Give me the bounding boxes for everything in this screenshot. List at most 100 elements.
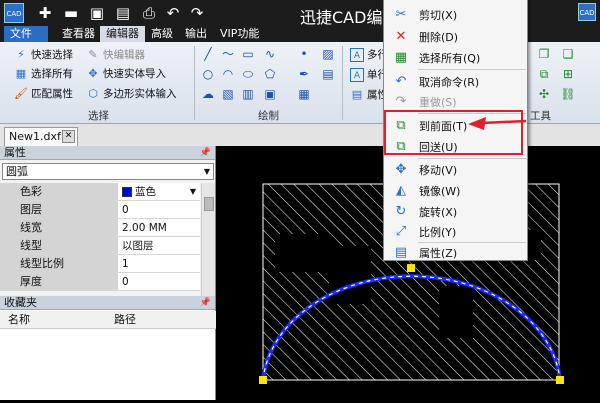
app-logo-icon[interactable]: CAD (4, 3, 24, 23)
pin-icon[interactable]: 📌 (200, 296, 211, 310)
save-icon[interactable]: ▣ (88, 4, 106, 22)
print-icon[interactable]: ⎙ (140, 4, 158, 22)
hatch-void (439, 286, 473, 338)
table-row[interactable]: 图层 0 (0, 201, 200, 219)
properties-panel: 属性 📌 圆弧 ▼ 色彩 蓝色 ▼ 图层 0 线宽 2.00 MM 线型 以图层 … (0, 146, 216, 296)
quick-edit-icon: ✎ (88, 48, 98, 61)
point-icon[interactable]: • (296, 46, 312, 62)
scrollbar-thumb[interactable] (204, 197, 214, 211)
property-scrollbar[interactable] (201, 183, 215, 296)
attribute-icon: ▤ (351, 88, 363, 101)
group-label-select: 选择 (88, 110, 109, 122)
new-file-icon[interactable]: ✚ (36, 4, 54, 22)
tab-editor[interactable]: 编辑器 (100, 26, 145, 42)
property-value[interactable]: 0 (118, 273, 200, 290)
mirror-icon: ◭ (396, 183, 406, 198)
table-row[interactable]: 色彩 蓝色 ▼ (0, 183, 200, 201)
pin-icon[interactable]: 📌 (200, 146, 211, 160)
app-title: 迅捷CAD编 (300, 8, 383, 27)
open-folder-icon[interactable]: ▬ (62, 4, 80, 22)
spline-icon[interactable]: ∿ (262, 46, 278, 62)
property-value[interactable]: 1 (118, 255, 200, 272)
tool-explode-icon[interactable]: ✣ (536, 86, 552, 102)
table-row[interactable]: 线型比例 1 (0, 255, 200, 273)
column-header-path[interactable]: 路径 (114, 311, 136, 329)
grip-left[interactable] (259, 376, 267, 384)
group-label-tools: 工具 (530, 110, 551, 122)
menu-item-cancel-command[interactable]: ↶ 取消命令(R) (384, 72, 527, 92)
properties-panel-title: 属性 📌 (0, 146, 215, 160)
property-name: 线宽 (0, 219, 118, 236)
select-all-icon: ▦ (15, 67, 27, 80)
property-name: 线型比例 (0, 255, 118, 272)
tool-copy-icon[interactable]: ❐ (536, 46, 552, 62)
column-header-name[interactable]: 名称 (8, 311, 30, 329)
table-row[interactable]: 厚度 0 (0, 273, 200, 291)
quick-edit-button[interactable]: ✎ 快编辑器 (86, 46, 145, 64)
grip-right[interactable] (556, 376, 564, 384)
ellipse-icon[interactable]: ⬭ (240, 66, 256, 82)
pen-icon[interactable]: ✒ (296, 66, 312, 82)
polyline-icon[interactable]: 〜 (220, 46, 236, 62)
select-all-button[interactable]: ▦ 选择所有 (14, 65, 73, 83)
table-row[interactable]: 线宽 2.00 MM (0, 219, 200, 237)
hatch-icon[interactable]: ▧ (220, 86, 236, 102)
menu-item-properties[interactable]: ▤ 属性(Z) (384, 243, 527, 263)
brush-icon: 🖌 (14, 87, 28, 100)
property-name: 色彩 (0, 183, 118, 200)
tool-paste-icon[interactable]: ❏ (560, 46, 576, 62)
hatch-void (329, 246, 371, 304)
image-icon[interactable]: ▨ (320, 46, 336, 62)
menu-item-rotate[interactable]: ↻ 旋转(X) (384, 202, 527, 222)
tab-advanced[interactable]: 高级 (145, 26, 179, 42)
group-label-draw: 绘制 (258, 110, 279, 122)
move-icon: ✥ (395, 162, 407, 177)
menu-item-select-all[interactable]: ▦ 选择所有(Q) (384, 48, 527, 68)
quick-select-button[interactable]: ⚡ 快速选择 (14, 46, 73, 64)
scale-icon: ⤢ (395, 224, 407, 239)
polygon-draw-icon[interactable]: ⬠ (262, 66, 278, 82)
table-row[interactable]: 线型 以图层 (0, 237, 200, 255)
property-value[interactable]: 以图层 (118, 237, 200, 254)
grip-top[interactable] (407, 264, 415, 272)
property-value[interactable]: 0 (118, 201, 200, 218)
menu-item-mirror[interactable]: ◭ 镜像(W) (384, 181, 527, 201)
document-tab[interactable]: New1.dxf ✕ (4, 127, 78, 146)
line-icon[interactable]: ╱ (200, 46, 216, 62)
gradient-icon[interactable]: ▥ (240, 86, 256, 102)
match-properties-button[interactable]: 🖌 匹配属性 (14, 85, 73, 103)
save-as-icon[interactable]: ▤ (114, 4, 132, 22)
rectangle-icon[interactable]: ▭ (240, 46, 256, 62)
polygon-entity-input-button[interactable]: ⬡ 多边形实体输入 (86, 85, 176, 103)
tab-viewer[interactable]: 查看器 (56, 26, 101, 42)
menu-item-cut[interactable]: ✂ 剪切(X) (384, 5, 527, 25)
entity-import-icon: ✥ (88, 67, 98, 80)
undo-icon[interactable]: ↶ (164, 4, 182, 22)
tool-group-icon[interactable]: ⊞ (560, 66, 576, 82)
revision-cloud-icon[interactable]: ☁ (200, 86, 216, 102)
menu-item-move[interactable]: ✥ 移动(V) (384, 160, 527, 180)
redo-icon[interactable]: ↷ (188, 4, 206, 22)
tool-link-icon[interactable]: ⛓ (560, 86, 576, 102)
menu-separator (418, 158, 526, 159)
close-icon[interactable]: ✕ (62, 130, 75, 143)
tab-vip[interactable]: VIP功能 (214, 26, 265, 42)
property-value[interactable]: 2.00 MM (118, 219, 200, 236)
region-icon[interactable]: ▣ (262, 86, 278, 102)
table-icon[interactable]: ▦ (296, 86, 312, 102)
quick-entity-import-button[interactable]: ✥ 快速实体导入 (86, 65, 166, 83)
select-all-icon: ▦ (394, 50, 408, 65)
block-icon[interactable]: ▤ (320, 66, 336, 82)
menu-item-scale[interactable]: ⤢ 比例(Y) (384, 222, 527, 242)
chevron-down-icon[interactable]: ▼ (190, 183, 196, 201)
tool-arrange-icon[interactable]: ⧉ (536, 66, 552, 82)
tab-file[interactable]: 文件 (4, 26, 48, 42)
menu-item-delete[interactable]: ✕ 删除(D) (384, 27, 527, 47)
circle-icon[interactable]: ○ (200, 66, 216, 82)
menu-item-redo[interactable]: ↷ 重做(S) (384, 92, 527, 112)
redo-icon: ↷ (395, 94, 407, 109)
tab-output[interactable]: 输出 (179, 26, 213, 42)
property-value-color[interactable]: 蓝色 ▼ (118, 183, 200, 200)
arc-icon[interactable]: ◠ (220, 66, 236, 82)
entity-type-select[interactable]: 圆弧 ▼ (2, 163, 214, 180)
